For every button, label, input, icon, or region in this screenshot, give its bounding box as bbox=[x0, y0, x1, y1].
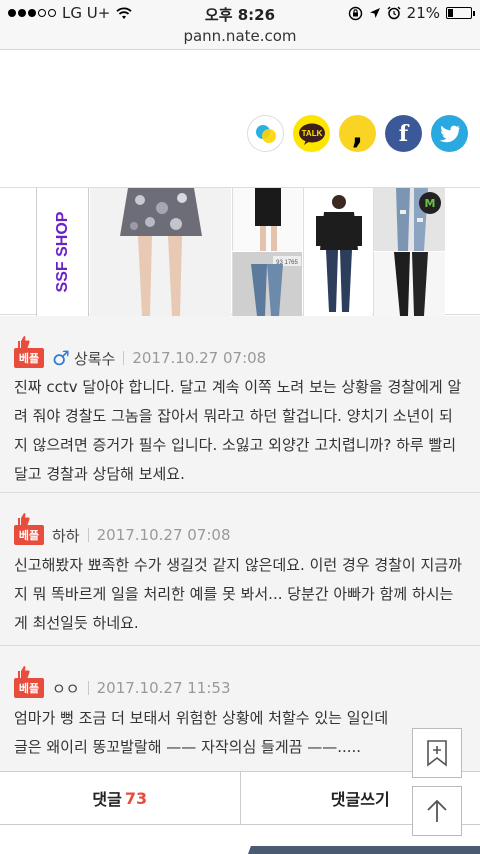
kakaostory-icon[interactable] bbox=[247, 115, 284, 152]
ad-product-ripped-jeans[interactable]: M bbox=[373, 188, 445, 251]
badge-label: 베플 bbox=[18, 529, 40, 542]
twitter-icon[interactable] bbox=[431, 115, 468, 152]
location-arrow-icon bbox=[369, 8, 380, 18]
facebook-icon[interactable]: f bbox=[385, 115, 422, 152]
comments-count: 73 bbox=[124, 788, 148, 808]
divider bbox=[123, 351, 125, 365]
comment-body: 엄마가 뻥 조금 더 보태서 위험한 상황에 처할수 있는 일인데 글은 왜이리… bbox=[14, 709, 389, 756]
ad-product-sweater[interactable] bbox=[303, 188, 372, 316]
battery-icon bbox=[446, 7, 475, 19]
comment-header: 베플 ㅇㅇ 2017.10.27 11:53 bbox=[14, 666, 231, 700]
bottom-strip bbox=[0, 826, 480, 854]
battery-percent: 21% bbox=[406, 4, 440, 22]
status-bar: LG U+ 오후 8:26 21% pann.nate.com bbox=[0, 0, 480, 50]
comment-nickname[interactable]: 상록수 bbox=[74, 348, 115, 369]
comment-list: 베플 ♂ 상록수 2017.10.27 07:08 진짜 cctv 달아야 합니… bbox=[0, 316, 480, 771]
comment-body: 진짜 cctv 달아야 합니다. 달고 계속 이쪽 노려 보는 상황을 경찰에게… bbox=[14, 378, 462, 483]
kakaotalk-icon[interactable]: TALK bbox=[293, 115, 330, 152]
best-reply-badge: 베플 bbox=[14, 336, 44, 368]
comment-date: 2017.10.27 11:53 bbox=[96, 679, 231, 697]
thumbs-up-icon bbox=[18, 513, 30, 525]
best-reply-badge: 베플 bbox=[14, 513, 44, 545]
ssf-shop-logo: SSF SHOP bbox=[36, 188, 89, 316]
ad-product-jeans[interactable]: 93 1765 bbox=[232, 252, 302, 316]
rotation-lock-icon bbox=[348, 6, 362, 20]
share-buttons: TALK , f bbox=[247, 115, 468, 152]
comment-date: 2017.10.27 07:08 bbox=[132, 349, 267, 367]
thumbs-up-icon bbox=[18, 336, 30, 348]
page: LG U+ 오후 8:26 21% pann.nate.com TALK , f… bbox=[0, 0, 480, 854]
comments-count-button[interactable]: 댓글 73 bbox=[0, 772, 240, 824]
comment-item: 베플 ㅇㅇ 2017.10.27 11:53 엄마가 뻥 조금 더 보태서 위험… bbox=[0, 646, 480, 771]
ad-banner[interactable]: SSF SHOP 93 1765 M bbox=[0, 187, 480, 316]
divider bbox=[87, 528, 89, 542]
badge-label: 베플 bbox=[18, 352, 40, 365]
footer-tab-decoration bbox=[248, 846, 480, 854]
alarm-icon bbox=[387, 6, 401, 20]
badge-label: 베플 bbox=[18, 682, 40, 695]
comment-nickname[interactable]: 하하 bbox=[52, 525, 80, 546]
divider bbox=[87, 681, 89, 695]
ad-product-black-skirt[interactable] bbox=[232, 188, 302, 251]
comment-nickname[interactable]: ㅇㅇ bbox=[52, 678, 80, 699]
comment-header: 베플 하하 2017.10.27 07:08 bbox=[14, 513, 231, 547]
m-badge-text: M bbox=[424, 196, 436, 210]
ad-brand-text: SSF SHOP bbox=[53, 211, 71, 293]
bookmark-add-icon[interactable] bbox=[412, 728, 462, 778]
m-badge-icon: M bbox=[419, 192, 441, 214]
comments-label: 댓글 bbox=[92, 790, 122, 809]
comment-item: 베플 ♂ 상록수 2017.10.27 07:08 진짜 cctv 달아야 합니… bbox=[0, 316, 480, 493]
comma-icon[interactable]: , bbox=[339, 115, 376, 152]
best-reply-badge: 베플 bbox=[14, 666, 44, 698]
arrow-up-icon[interactable] bbox=[412, 786, 462, 836]
thumbs-up-icon bbox=[18, 666, 30, 678]
kakaotalk-label: TALK bbox=[301, 129, 322, 138]
comment-body: 신고해봤자 뾰족한 수가 생길것 같지 않은데요. 이런 경우 경찰이 지금까지… bbox=[14, 556, 462, 632]
ad-product-black-jeans[interactable] bbox=[373, 252, 445, 316]
comment-action-bar: 댓글 73 댓글쓰기 bbox=[0, 771, 480, 825]
comment-item: 베플 하하 2017.10.27 07:08 신고해봤자 뾰족한 수가 생길것 … bbox=[0, 493, 480, 646]
ad-product-skirt[interactable] bbox=[90, 188, 231, 316]
facebook-glyph: f bbox=[398, 120, 409, 147]
comment-date: 2017.10.27 07:08 bbox=[96, 526, 231, 544]
male-gender-icon: ♂ bbox=[52, 346, 70, 370]
comma-glyph: , bbox=[351, 115, 364, 151]
url-bar[interactable]: pann.nate.com bbox=[0, 27, 480, 45]
comment-header: 베플 ♂ 상록수 2017.10.27 07:08 bbox=[14, 336, 267, 370]
status-right: 21% bbox=[348, 4, 475, 22]
write-comment-label: 댓글쓰기 bbox=[330, 790, 390, 809]
